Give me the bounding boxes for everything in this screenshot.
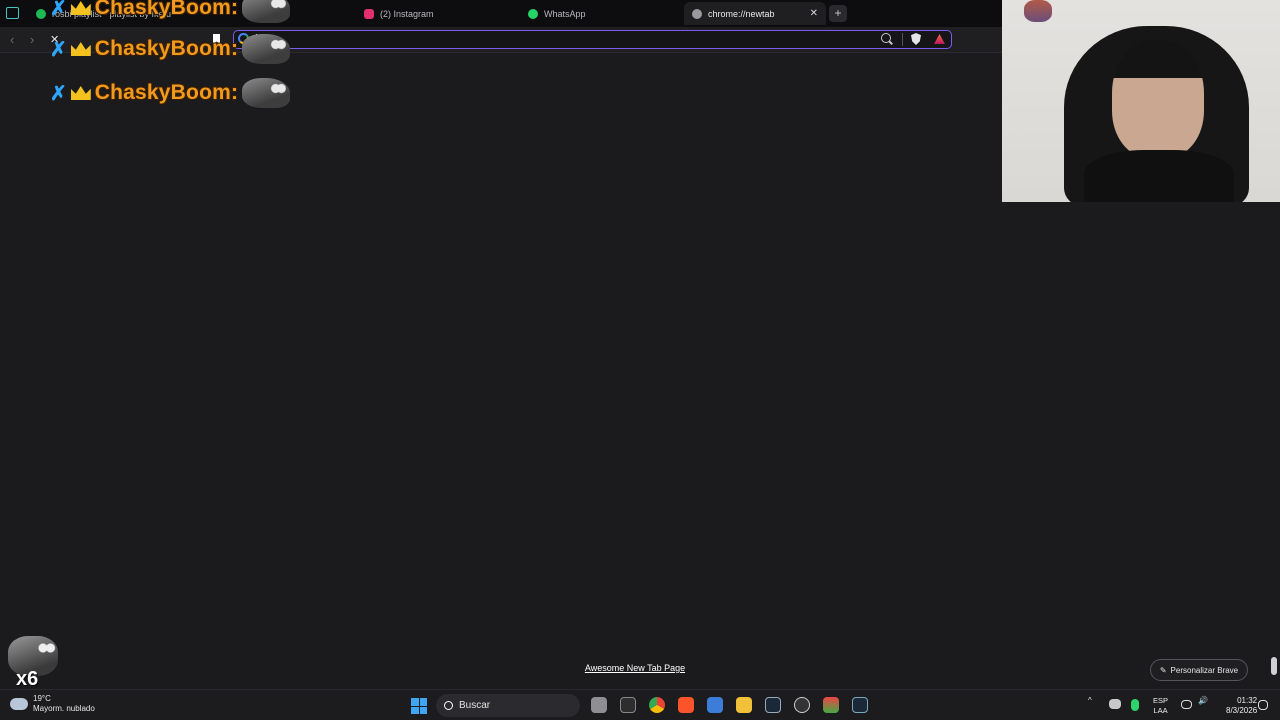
crown-icon — [70, 86, 91, 100]
obs-icon[interactable] — [794, 697, 810, 713]
address-input[interactable] — [254, 32, 874, 46]
tab-instagram[interactable]: (2) Instagram — [356, 2, 516, 25]
lang-bottom: LAA — [1153, 706, 1168, 715]
sword-icon: ✗ — [50, 0, 67, 20]
screen: rosbi playlist - playlist by Iketu (2) I… — [0, 0, 1280, 720]
microphone-icon[interactable] — [1131, 699, 1139, 711]
scroll-indicator[interactable] — [1271, 657, 1277, 675]
task-view-icon[interactable] — [591, 697, 607, 713]
clock-date: 8/3/2026 — [1226, 706, 1258, 715]
chat-username: ChaskyBoom: — [94, 37, 239, 60]
tab-newtab[interactable]: chrome://newtab ✕ — [684, 2, 826, 25]
app-icon[interactable] — [823, 697, 839, 713]
taskbar: 19°C Mayorm. nublado Buscar ^ ESP LAA 🔊 … — [0, 689, 1280, 720]
chat-username: ChaskyBoom: — [94, 0, 239, 19]
store-icon[interactable] — [707, 697, 723, 713]
clock[interactable]: 01:32 8/3/2026 — [1226, 696, 1257, 716]
language-indicator[interactable]: ESP LAA — [1153, 696, 1168, 716]
chrome-icon[interactable] — [649, 697, 665, 713]
footer-link[interactable]: Awesome New Tab Page — [0, 663, 1270, 673]
sidebar-toggle-icon[interactable] — [6, 7, 19, 19]
close-tab-icon[interactable]: ✕ — [810, 8, 818, 19]
whatsapp-icon — [528, 8, 538, 19]
address-bar[interactable] — [233, 30, 952, 49]
forward-button[interactable]: › — [30, 32, 34, 47]
customize-brave-button[interactable]: ✎ Personalizar Brave — [1150, 659, 1248, 681]
epic-games-icon[interactable] — [620, 697, 636, 713]
brave-icon[interactable] — [678, 697, 694, 713]
crown-icon — [70, 42, 91, 56]
frog-emote-icon — [242, 34, 291, 64]
streamer-head — [1112, 40, 1204, 158]
plush-toy — [1024, 0, 1052, 22]
steam-icon[interactable] — [852, 697, 868, 713]
zoom-icon[interactable] — [881, 33, 891, 43]
brave-rewards-icon[interactable] — [934, 34, 945, 44]
tab-label: (2) Instagram — [380, 8, 434, 19]
brave-icon — [692, 8, 702, 19]
tab-label: chrome://newtab — [708, 8, 775, 19]
chat-line: ✗ ChaskyBoom: — [50, 0, 291, 23]
steam-icon[interactable] — [765, 697, 781, 713]
windows-start-icon[interactable] — [411, 698, 427, 714]
search-label: Buscar — [459, 700, 491, 711]
pencil-icon: ✎ — [1159, 665, 1167, 675]
chat-line: ✗ ChaskyBoom: — [50, 78, 291, 108]
frog-emote-icon — [242, 0, 291, 23]
notifications-icon[interactable] — [1258, 700, 1268, 710]
lang-top: ESP — [1153, 696, 1169, 705]
webcam-feed — [1002, 0, 1280, 202]
weather-temp: 19°C — [33, 694, 51, 703]
new-tab-button[interactable]: + — [829, 5, 847, 22]
search-icon — [444, 701, 453, 710]
brave-shields-icon[interactable] — [911, 33, 921, 45]
tab-whatsapp[interactable]: WhatsApp — [520, 2, 680, 25]
streamer-body — [1084, 150, 1234, 202]
volume-icon[interactable]: 🔊 — [1198, 696, 1208, 705]
frog-emote-icon — [242, 78, 291, 108]
clock-time: 01:32 — [1237, 696, 1258, 705]
sword-icon: ✗ — [50, 82, 67, 105]
taskbar-search[interactable]: Buscar — [436, 694, 580, 717]
chat-line: ✗ ChaskyBoom: — [50, 34, 291, 64]
spotify-icon — [36, 8, 46, 19]
chevron-up-icon[interactable]: ^ — [1088, 696, 1092, 705]
customize-label: Personalizar Brave — [1170, 665, 1239, 675]
crown-icon — [70, 1, 91, 15]
tab-label: WhatsApp — [544, 8, 586, 19]
sword-icon: ✗ — [50, 38, 67, 61]
weather-widget[interactable]: 19°C Mayorm. nublado — [10, 694, 95, 714]
cloud-icon — [10, 698, 28, 710]
back-button[interactable]: ‹ — [10, 32, 14, 47]
network-icon[interactable] — [1181, 700, 1192, 709]
discord-icon[interactable] — [1109, 699, 1121, 709]
instagram-icon — [364, 8, 374, 19]
weather-desc: Mayorm. nublado — [33, 704, 95, 713]
divider — [902, 33, 903, 46]
file-explorer-icon[interactable] — [736, 697, 752, 713]
chat-username: ChaskyBoom: — [94, 81, 239, 104]
